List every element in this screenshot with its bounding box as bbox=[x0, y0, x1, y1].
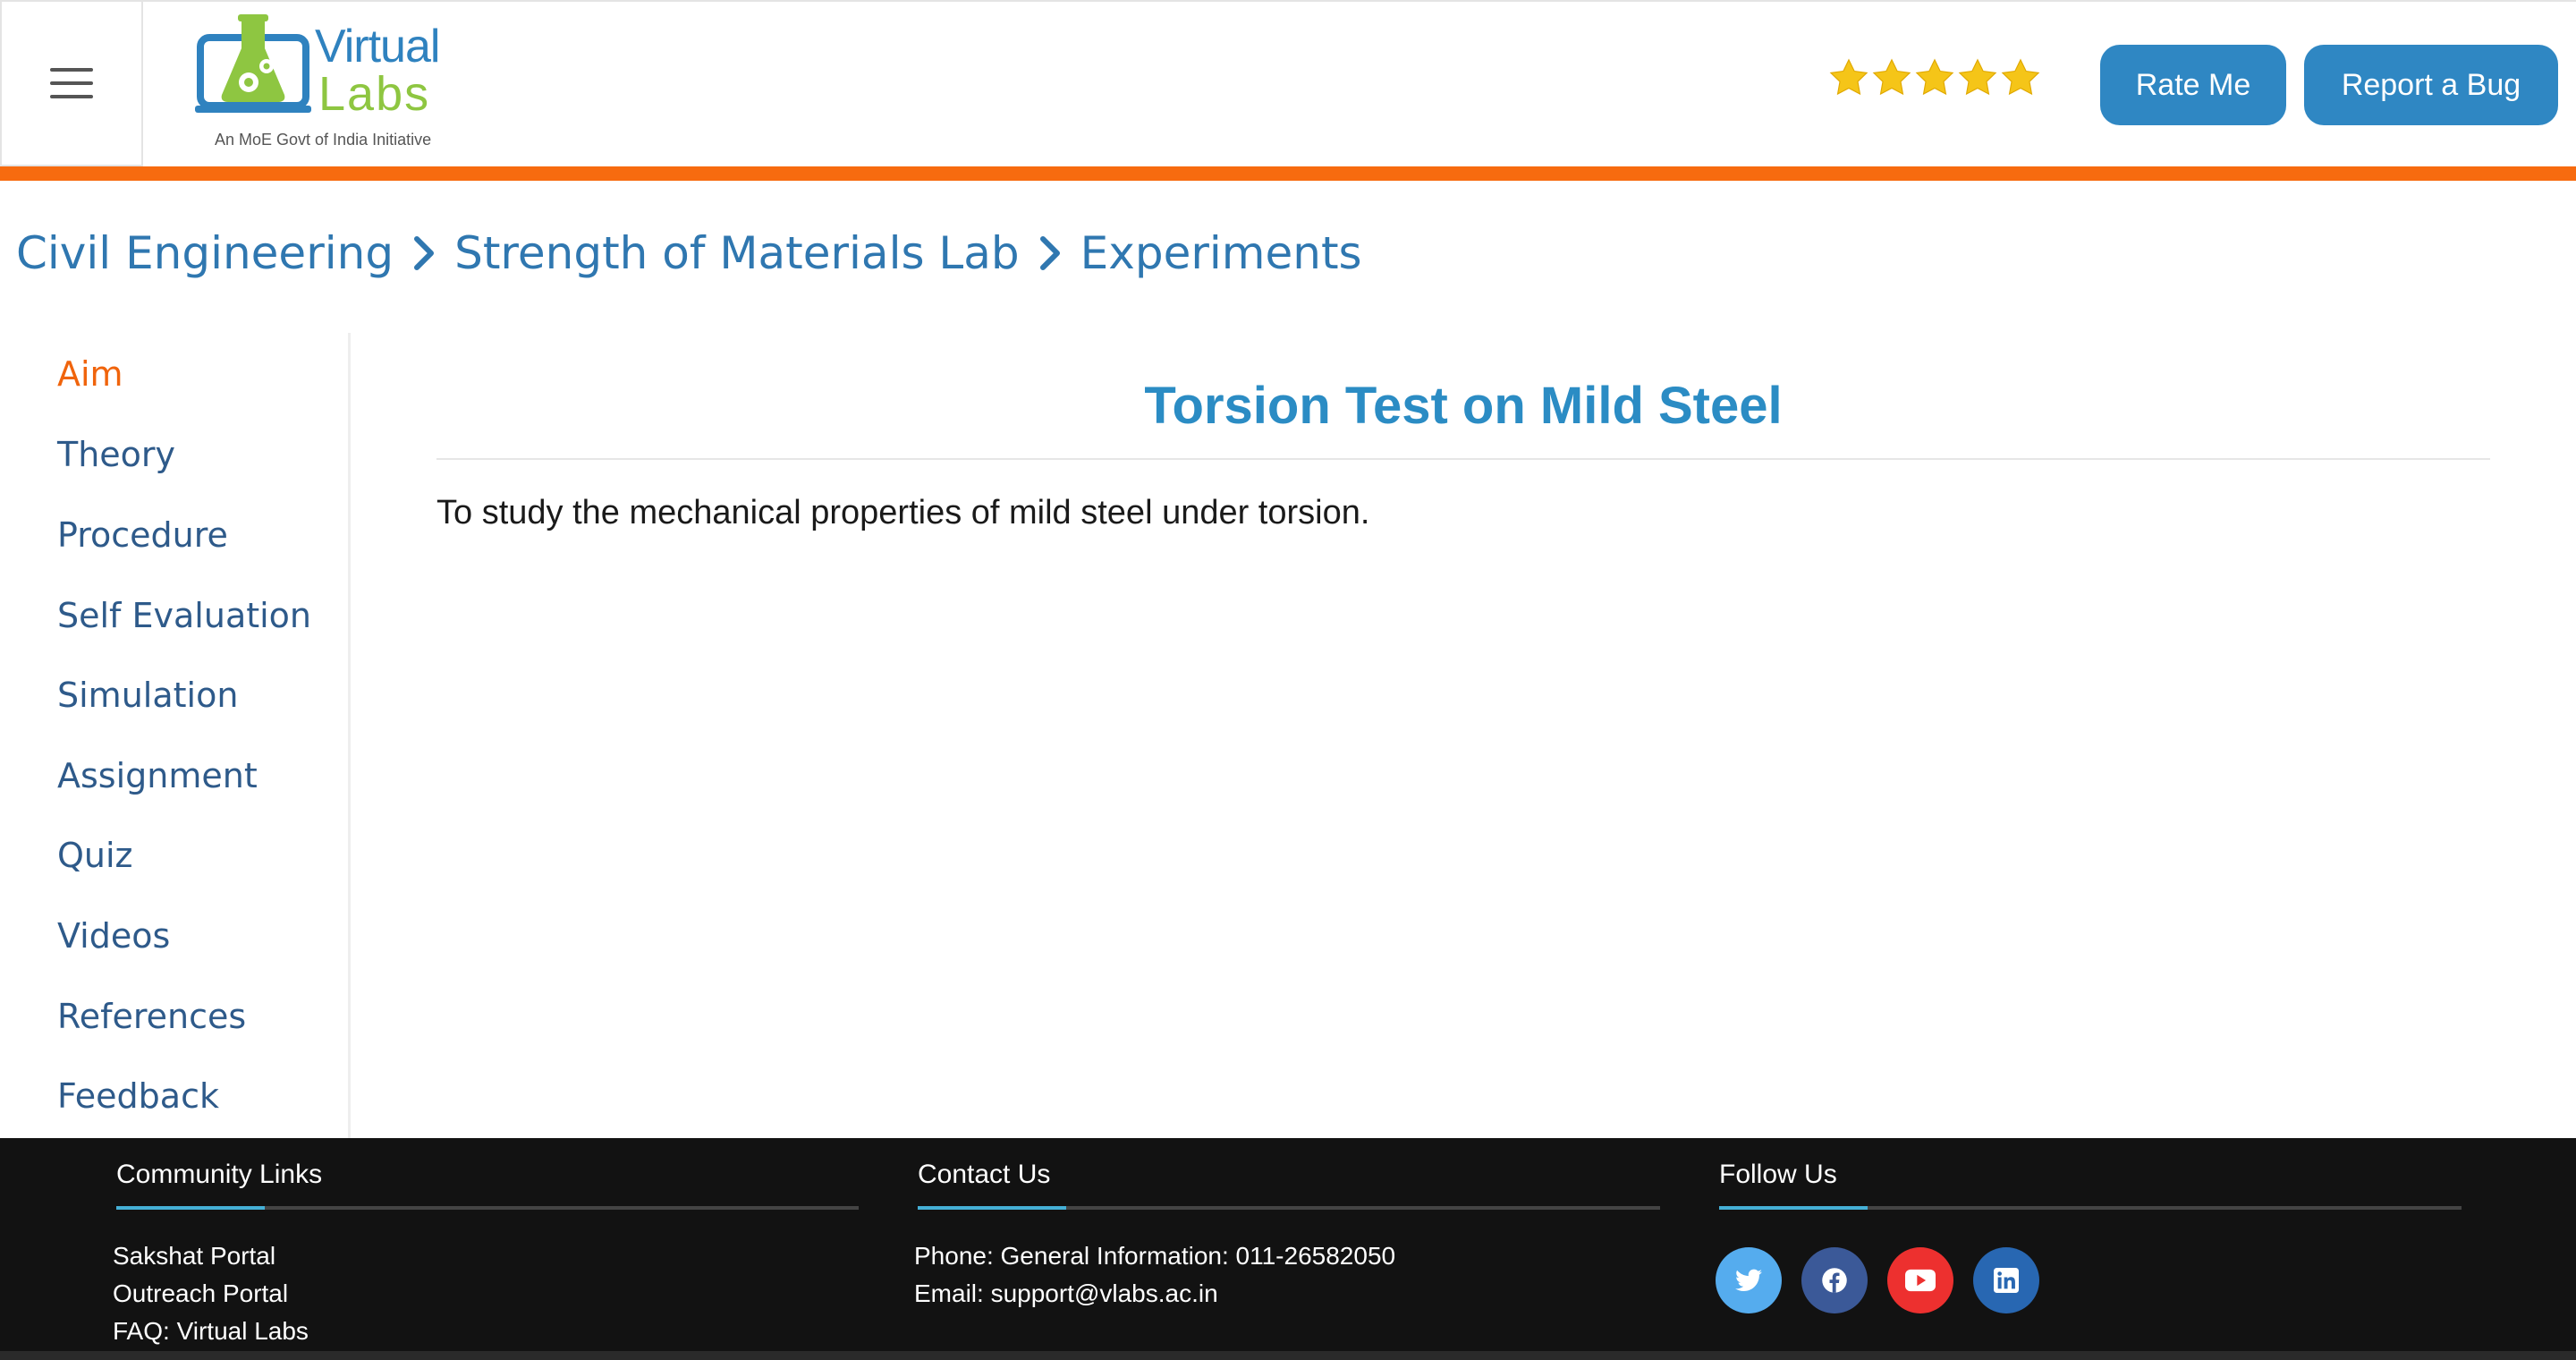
sidebar-item-videos[interactable]: Videos bbox=[57, 916, 170, 956]
sidebar-item-theory[interactable]: Theory bbox=[57, 435, 175, 474]
footer-divider-accent bbox=[918, 1206, 1066, 1210]
sidebar-item-simulation[interactable]: Simulation bbox=[57, 676, 238, 715]
link-faq-virtual-labs[interactable]: FAQ: Virtual Labs bbox=[113, 1317, 309, 1346]
contact-phone: Phone: General Information: 011-26582050 bbox=[914, 1242, 1396, 1270]
star-icon[interactable] bbox=[2000, 57, 2041, 98]
footer-bottom-bar bbox=[0, 1351, 2576, 1360]
breadcrumb-experiments[interactable]: Experiments bbox=[1080, 227, 1362, 279]
hamburger-icon bbox=[50, 68, 93, 98]
star-icon[interactable] bbox=[1957, 57, 1998, 98]
footer-divider-accent bbox=[1719, 1206, 1868, 1210]
facebook-icon bbox=[1822, 1268, 1847, 1293]
breadcrumb-civil-engineering[interactable]: Civil Engineering bbox=[16, 227, 394, 279]
logo-tagline: An MoE Govt of India Initiative bbox=[215, 131, 432, 149]
chevron-right-icon bbox=[414, 236, 435, 270]
footer-divider-accent bbox=[116, 1206, 265, 1210]
youtube-button[interactable] bbox=[1887, 1247, 1953, 1313]
experiment-title: Torsion Test on Mild Steel bbox=[1144, 377, 1783, 435]
footer-contact: Contact Us Phone: General Information: 0… bbox=[914, 1138, 1660, 1360]
report-bug-button[interactable]: Report a Bug bbox=[2304, 45, 2558, 125]
site-footer: Community Links Sakshat Portal Outreach … bbox=[0, 1138, 2576, 1360]
twitter-button[interactable] bbox=[1716, 1247, 1782, 1313]
sidebar-item-references[interactable]: References bbox=[57, 997, 246, 1036]
footer-heading-follow: Follow Us bbox=[1719, 1160, 1837, 1189]
linkedin-icon bbox=[1994, 1268, 2019, 1293]
menu-button[interactable] bbox=[0, 0, 143, 166]
star-icon[interactable] bbox=[1914, 57, 1955, 98]
sidebar-item-feedback[interactable]: Feedback bbox=[57, 1076, 219, 1116]
breadcrumb-strength-of-materials-lab[interactable]: Strength of Materials Lab bbox=[454, 227, 1020, 279]
facebook-button[interactable] bbox=[1801, 1247, 1868, 1313]
title-divider bbox=[436, 458, 2490, 460]
sidebar-item-self-evaluation[interactable]: Self Evaluation bbox=[57, 596, 311, 635]
logo-word-virtual: Virtual bbox=[315, 21, 440, 72]
header-accent-bar bbox=[0, 166, 2576, 181]
contact-email[interactable]: Email: support@vlabs.ac.in bbox=[914, 1279, 1218, 1308]
twitter-icon bbox=[1735, 1269, 1762, 1291]
linkedin-button[interactable] bbox=[1973, 1247, 2039, 1313]
star-icon[interactable] bbox=[1871, 57, 1912, 98]
youtube-icon bbox=[1905, 1269, 1936, 1292]
header-top-border bbox=[503, 0, 2576, 2]
virtual-labs-logo[interactable]: Virtual Labs An MoE Govt of India Initia… bbox=[143, 0, 503, 166]
aim-text: To study the mechanical properties of mi… bbox=[436, 494, 1370, 531]
rate-me-button[interactable]: Rate Me bbox=[2100, 45, 2286, 125]
footer-follow-us: Follow Us bbox=[1716, 1138, 2462, 1360]
link-sakshat-portal[interactable]: Sakshat Portal bbox=[113, 1242, 275, 1271]
sidebar-item-quiz[interactable]: Quiz bbox=[57, 836, 133, 875]
footer-heading-community: Community Links bbox=[116, 1160, 323, 1189]
chevron-right-icon bbox=[1039, 236, 1060, 270]
logo-word-labs: Labs bbox=[318, 67, 431, 121]
link-outreach-portal[interactable]: Outreach Portal bbox=[113, 1279, 288, 1308]
experiment-sidebar: Aim Theory Procedure Self Evaluation Sim… bbox=[0, 333, 351, 1138]
sidebar-item-aim[interactable]: Aim bbox=[57, 354, 123, 394]
site-header: Virtual Labs An MoE Govt of India Initia… bbox=[0, 0, 2576, 166]
star-icon[interactable] bbox=[1828, 57, 1869, 98]
rating-stars[interactable] bbox=[1828, 57, 2041, 98]
sidebar-item-procedure[interactable]: Procedure bbox=[57, 515, 228, 555]
flask-laptop-icon bbox=[195, 14, 311, 113]
breadcrumb: Civil Engineering Strength of Materials … bbox=[16, 227, 1362, 279]
sidebar-item-assignment[interactable]: Assignment bbox=[57, 756, 258, 795]
footer-community-links: Community Links Sakshat Portal Outreach … bbox=[113, 1138, 859, 1360]
footer-heading-contact: Contact Us bbox=[918, 1160, 1051, 1189]
